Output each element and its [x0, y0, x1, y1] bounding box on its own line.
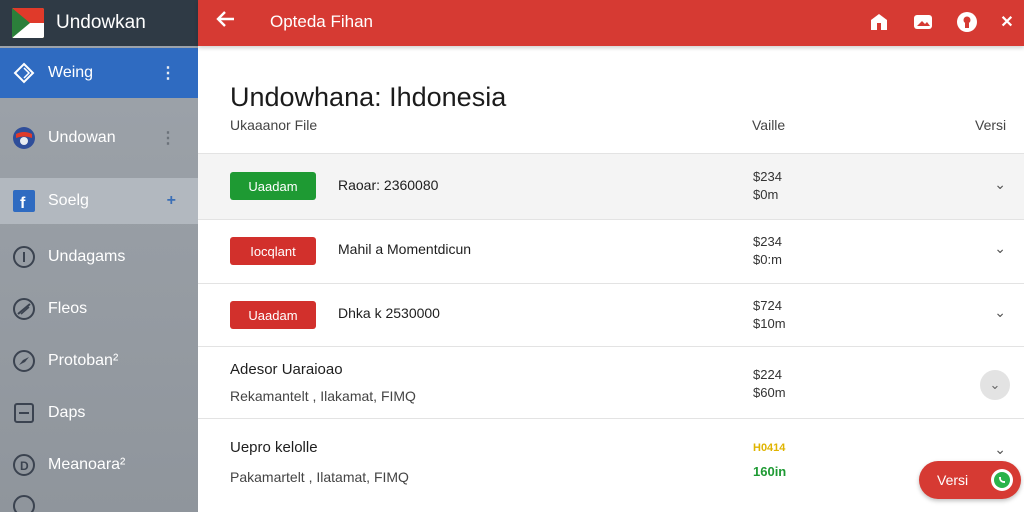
sidebar-item-undagams[interactable]: Undagams	[0, 234, 198, 280]
main-content: Undowhana: Ihdonesia Ukaaanor File Vaill…	[198, 46, 1024, 512]
status-button[interactable]: Iocqlant	[230, 237, 316, 265]
whatsapp-icon	[991, 469, 1013, 491]
diamond-icon	[12, 61, 36, 85]
value-secondary: $0:m	[753, 252, 782, 267]
chevron-down-icon[interactable]: ⌄	[994, 176, 1006, 193]
table-row[interactable]: Uaadam Dhka k 2530000 $724 $10m ⌄	[198, 283, 1024, 346]
expand-button[interactable]: ⌄	[980, 370, 1010, 400]
value-secondary: $10m	[753, 316, 786, 331]
circle-icon	[12, 494, 36, 512]
value-secondary: 160in	[753, 464, 787, 479]
app-name: Undowkan	[56, 12, 146, 33]
sidebar-item-protoban[interactable]: Protoban²	[0, 338, 198, 384]
sidebar-item-label: Fleos	[48, 300, 88, 317]
row-value: $234 $0m	[753, 168, 782, 204]
image-icon[interactable]	[910, 9, 936, 35]
sidebar-item-label: Daps	[48, 404, 86, 421]
column-header-file: Ukaaanor File	[230, 117, 318, 133]
sidebar-item-soelg[interactable]: f Soelg +	[0, 178, 198, 224]
top-app-bar: Opteda Fihan ✕	[198, 0, 1024, 46]
sidebar-item-label: Soelg	[48, 192, 89, 209]
sidebar-item-fleos[interactable]: Fleos	[0, 286, 198, 332]
chevron-down-icon[interactable]: ⌄	[994, 441, 1006, 458]
close-icon[interactable]: ✕	[994, 9, 1020, 35]
add-icon[interactable]: +	[167, 192, 176, 210]
row-value: $724 $10m	[753, 297, 786, 333]
sidebar-item-label: Undagams	[48, 248, 126, 265]
document-icon	[12, 401, 36, 425]
row-value: $234 $0:m	[753, 233, 782, 269]
value-primary: $234	[753, 234, 782, 249]
svg-text:D: D	[20, 459, 29, 473]
value-primary: $724	[753, 298, 782, 313]
value-secondary: $60m	[753, 385, 786, 400]
table-row[interactable]: Uaadam Raoar: 2360080 $234 $0m ⌄	[198, 153, 1024, 219]
back-arrow-icon[interactable]	[216, 8, 236, 36]
info-circle-icon	[12, 245, 36, 269]
value-primary: H0414	[753, 442, 786, 454]
account-icon[interactable]	[954, 9, 980, 35]
status-button[interactable]: Uaadam	[230, 172, 316, 200]
chevron-down-icon[interactable]: ⌄	[994, 304, 1006, 321]
column-header-version: Versi	[975, 117, 1007, 133]
sidebar-item-partial[interactable]	[0, 494, 198, 512]
sidebar-item-label: Meanoara²	[48, 456, 126, 473]
row-name: Dhka k 2530000	[338, 305, 440, 321]
item-subtitle: Rekamantelt , Ilakamat, FIMQ	[230, 388, 416, 404]
more-vert-icon[interactable]: ⋮	[160, 63, 176, 83]
row-value: H0414 160in	[753, 439, 786, 481]
column-header-value: Vaille	[752, 117, 786, 133]
list-item[interactable]: Adesor Uaraioao Rekamantelt , Ilakamat, …	[198, 346, 1024, 418]
sidebar-item-label: Undowan	[48, 129, 116, 146]
app-logo	[12, 8, 44, 38]
value-primary: $234	[753, 169, 782, 184]
sidebar-item-weing[interactable]: Weing ⋮	[0, 48, 198, 98]
sidebar-header: Undowkan	[0, 0, 198, 46]
chevron-down-icon[interactable]: ⌄	[994, 240, 1006, 257]
sidebar: Undowkan Weing ⋮ Undowan ⋮ f Soelg + Und…	[0, 0, 198, 512]
status-button[interactable]: Uaadam	[230, 301, 316, 329]
d-circle-icon: D	[12, 453, 36, 477]
value-primary: $224	[753, 367, 782, 382]
page-title: Undowhana: Ihdonesia	[230, 82, 507, 112]
more-vert-icon[interactable]: ⋮	[160, 128, 176, 148]
table-row[interactable]: Iocqlant Mahil a Momentdicun $234 $0:m ⌄	[198, 219, 1024, 283]
row-name: Raoar: 2360080	[338, 177, 439, 193]
row-value: $224 $60m	[753, 366, 786, 402]
sidebar-item-label: Protoban²	[48, 352, 119, 369]
sidebar-item-label: Weing	[48, 64, 94, 81]
fab-label: Versi	[937, 472, 969, 488]
sidebar-item-undowan[interactable]: Undowan ⋮	[0, 114, 198, 162]
item-title: Adesor Uaraioao	[230, 361, 343, 378]
value-secondary: $0m	[753, 187, 779, 202]
topbar-title: Opteda Fihan	[270, 12, 374, 31]
list-item[interactable]: Uepro kelolle Pakamartelt , Ilatamat, FI…	[198, 418, 1024, 504]
home-icon[interactable]	[866, 9, 892, 35]
facebook-icon: f	[12, 189, 36, 213]
sidebar-item-meanoara[interactable]: D Meanoara²	[0, 442, 198, 488]
item-title: Uepro kelolle	[230, 439, 318, 456]
versi-fab-button[interactable]: Versi	[919, 461, 1021, 499]
compass-circle-icon	[12, 349, 36, 373]
flag-circle-icon	[12, 126, 36, 150]
item-subtitle: Pakamartelt , Ilatamat, FIMQ	[230, 469, 409, 485]
sidebar-item-daps[interactable]: Daps	[0, 390, 198, 436]
row-name: Mahil a Momentdicun	[338, 241, 472, 257]
slash-circle-icon	[12, 297, 36, 321]
svg-text:f: f	[20, 195, 26, 212]
